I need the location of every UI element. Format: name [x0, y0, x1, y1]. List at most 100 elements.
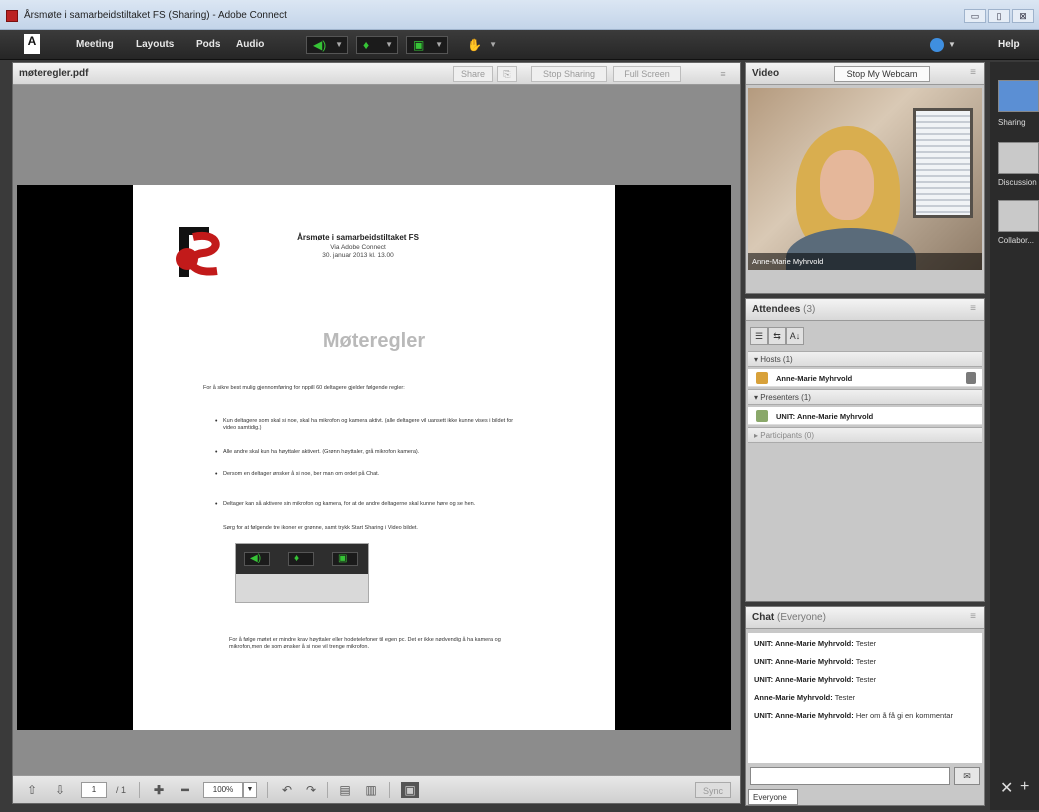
copy-icon[interactable]: ⎘ [497, 66, 517, 82]
chevron-down-icon[interactable]: ▼ [948, 40, 956, 49]
menu-pods[interactable]: Pods [196, 39, 220, 50]
chevron-down-icon[interactable]: ▼ [243, 782, 257, 798]
chat-log[interactable]: UNIT: Anne-Marie Myhrvold: Tester UNIT: … [748, 633, 982, 763]
page-number-input[interactable]: 1 [81, 782, 107, 798]
window-title: Årsmøte i samarbeidstiltaket FS (Sharing… [24, 10, 287, 21]
video-pod-title: Video [752, 68, 780, 79]
document-viewer: Årsmøte i samarbeidstiltaket FS Via Adob… [13, 85, 740, 775]
sync-button[interactable]: Sync [695, 782, 731, 798]
camera-button[interactable]: ▣ ▼ [406, 36, 448, 54]
video-window-blinds [913, 108, 973, 218]
attendees-pod-title: Attendees (3) [752, 304, 815, 315]
presenter-icon [756, 410, 768, 422]
chat-input[interactable] [750, 767, 950, 785]
document-rule: Sørg for at følgende tre ikoner er grønn… [223, 525, 418, 531]
chat-text: Her om å få gi en kommentar [855, 711, 953, 720]
add-layout-icon[interactable]: + [1020, 778, 1029, 796]
send-message-icon[interactable]: ✉ [954, 767, 980, 785]
document-intro: For å sikre best mulig gjennomføring for… [203, 385, 405, 391]
chevron-down-icon: ▼ [385, 40, 393, 49]
document-title: Årsmøte i samarbeidstiltaket FS [297, 233, 419, 242]
chat-pod-header: Chat (Everyone) ≡ [746, 607, 984, 629]
single-page-icon[interactable]: ▤ [337, 782, 353, 798]
attendee-name: Anne-Marie Myhrvold [776, 374, 853, 383]
rotate-left-icon[interactable]: ↶ [279, 782, 295, 798]
document-rule: Deltager kan så aktivere sin mikrofon og… [223, 501, 476, 507]
attendee-row[interactable]: UNIT: Anne-Marie Myhrvold [748, 407, 982, 425]
menu-meeting[interactable]: Meeting [76, 39, 114, 50]
attendees-title-label: Attendees [752, 304, 801, 315]
layout-collaboration[interactable] [998, 200, 1039, 232]
chat-author: Anne-Marie Myhrvold: [754, 693, 833, 702]
draw-tools-icon[interactable]: ▣ [401, 782, 419, 798]
menu-help[interactable]: Help [998, 39, 1020, 50]
section-label: Participants (0) [760, 431, 815, 440]
maximize-button[interactable]: ▯ [988, 9, 1010, 23]
microphone-button[interactable]: ♦ ▼ [356, 36, 398, 54]
app-icon [6, 10, 18, 22]
zoom-out-icon[interactable]: ━ [177, 782, 193, 798]
chevron-down-icon: ▼ [335, 40, 343, 49]
camera-icon: ▣ [332, 552, 358, 566]
page-total: / 1 [115, 785, 126, 795]
divider [327, 782, 328, 798]
share-button[interactable]: Share [453, 66, 493, 82]
chat-message: UNIT: Anne-Marie Myhrvold: Tester [754, 675, 976, 685]
stop-sharing-button[interactable]: Stop Sharing [531, 66, 607, 82]
document-date: 30. januar 2013 kl. 13.00 [322, 252, 394, 259]
two-page-icon[interactable]: ▥ [363, 782, 379, 798]
collapse-icon[interactable]: ✕ [1000, 778, 1013, 798]
pod-menu-icon[interactable]: ≡ [970, 67, 976, 78]
section-label: Presenters (1) [760, 393, 811, 402]
section-participants[interactable]: ▸ Participants (0) [748, 427, 982, 443]
host-icon [756, 372, 768, 384]
camera-icon: ▣ [413, 38, 425, 52]
sort-icon[interactable]: A↓ [786, 327, 804, 345]
raise-hand-button[interactable]: ✋ ▼ [460, 36, 502, 54]
share-pod-header: møteregler.pdf Share ⎘ Stop Sharing Full… [13, 63, 740, 85]
stop-webcam-button[interactable]: Stop My Webcam [834, 66, 930, 82]
microphone-icon [966, 372, 976, 384]
chat-recipient-select[interactable]: Everyone [748, 789, 798, 805]
document-subtitle: Via Adobe Connect [330, 244, 386, 251]
layout-sharing[interactable] [998, 80, 1039, 112]
microphone-icon: ♦ [288, 552, 314, 566]
chat-text: Tester [834, 693, 856, 702]
chat-author: UNIT: Anne-Marie Myhrvold: [754, 675, 854, 684]
zoom-select[interactable]: 100% [203, 782, 243, 798]
section-label: Hosts (1) [760, 355, 793, 364]
pod-menu-icon[interactable]: ≡ [713, 66, 733, 82]
pod-menu-icon[interactable]: ≡ [970, 611, 976, 622]
menu-audio[interactable]: Audio [236, 39, 264, 50]
rotate-right-icon[interactable]: ↷ [303, 782, 319, 798]
speaker-button[interactable]: ◀) ▼ [306, 36, 348, 54]
breakout-icon[interactable]: ⇆ [768, 327, 786, 345]
toolbar-screenshot: ◀) ♦ ▣ [235, 543, 369, 603]
attendee-name: UNIT: Anne-Marie Myhrvold [776, 412, 874, 421]
chat-message: UNIT: Anne-Marie Myhrvold: Tester [754, 657, 976, 667]
status-icon[interactable] [930, 38, 944, 52]
attendee-row[interactable]: Anne-Marie Myhrvold [748, 369, 982, 387]
layout-discussion[interactable] [998, 142, 1039, 174]
full-screen-button[interactable]: Full Screen [613, 66, 681, 82]
pod-menu-icon[interactable]: ≡ [970, 303, 976, 314]
minimize-button[interactable]: ▭ [964, 9, 986, 23]
document-rule: Dersom en deltager ønsker å si noe, ber … [223, 471, 380, 477]
menu-layouts[interactable]: Layouts [136, 39, 174, 50]
section-hosts[interactable]: ▾ Hosts (1) [748, 351, 982, 367]
zoom-in-icon[interactable]: ✚ [151, 782, 167, 798]
bullet-icon: • [215, 471, 218, 478]
chat-audience: (Everyone) [777, 612, 826, 623]
prev-page-icon[interactable]: ⇧ [25, 782, 39, 798]
bullet-icon: • [215, 418, 218, 425]
attendees-pod-header: Attendees (3) ≡ [746, 299, 984, 321]
close-button[interactable]: ⊠ [1012, 9, 1034, 23]
section-presenters[interactable]: ▾ Presenters (1) [748, 389, 982, 405]
divider [139, 782, 140, 798]
list-view-icon[interactable]: ☰ [750, 327, 768, 345]
document-rule: Alle andre skal kun ha høyttaler aktiver… [223, 449, 420, 455]
layout-label: Collabor... [998, 236, 1035, 245]
video-feed: Anne-Marie Myhrvold [748, 88, 982, 270]
next-page-icon[interactable]: ⇩ [53, 782, 67, 798]
chat-message: Anne-Marie Myhrvold: Tester [754, 693, 976, 703]
